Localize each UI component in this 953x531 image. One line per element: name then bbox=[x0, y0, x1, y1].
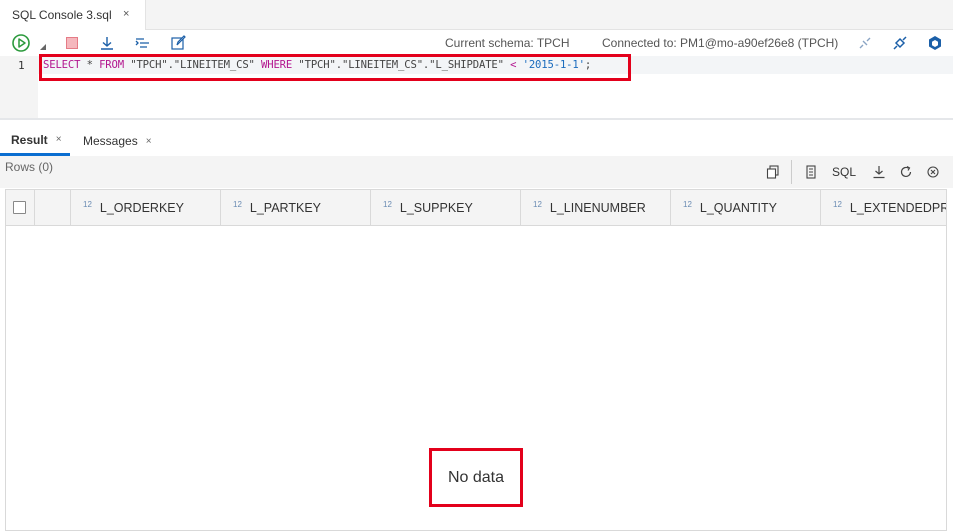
disconnect-icon[interactable] bbox=[856, 33, 874, 53]
tab-messages[interactable]: Messages × bbox=[83, 126, 152, 156]
column-header[interactable]: 12 L_QUANTITY bbox=[671, 190, 821, 225]
download-icon[interactable] bbox=[98, 33, 116, 53]
pane-splitter[interactable] bbox=[0, 118, 953, 120]
column-header[interactable]: 12 L_ORDERKEY bbox=[71, 190, 221, 225]
connection-label: Connected to: PM1@mo-a90ef26e8 (TPCH) bbox=[602, 36, 839, 50]
run-icon[interactable] bbox=[10, 33, 32, 53]
table-view-icon[interactable] bbox=[803, 164, 819, 180]
tab-messages-close-icon[interactable]: × bbox=[146, 136, 152, 147]
column-name: L_SUPPKEY bbox=[399, 201, 473, 215]
column-header[interactable]: 12 L_LINENUMBER bbox=[521, 190, 671, 225]
tab-title: SQL Console 3.sql bbox=[12, 8, 112, 22]
select-all-checkbox[interactable] bbox=[13, 201, 26, 214]
tab-result-close-icon[interactable]: × bbox=[56, 134, 62, 145]
toolbar-separator bbox=[791, 160, 792, 184]
database-icon[interactable] bbox=[926, 33, 944, 53]
edit-icon[interactable] bbox=[169, 33, 187, 53]
format-icon[interactable] bbox=[133, 33, 153, 53]
column-name: L_QUANTITY bbox=[699, 201, 778, 215]
result-tabs: Result × Messages × bbox=[0, 126, 953, 156]
column-name: L_EXTENDEDPRICE bbox=[849, 201, 946, 215]
column-header[interactable]: 12 L_PARTKEY bbox=[221, 190, 371, 225]
editor-toolbar: Current schema: TPCH Connected to: PM1@m… bbox=[0, 30, 953, 56]
copy-icon[interactable] bbox=[765, 164, 781, 180]
tab-messages-label: Messages bbox=[83, 134, 138, 148]
tab-result-label: Result bbox=[11, 132, 48, 147]
result-toolbar: Rows (0) SQL bbox=[0, 156, 953, 188]
column-type-icon: 12 bbox=[533, 199, 542, 209]
stop-icon[interactable] bbox=[64, 33, 80, 53]
column-name: L_PARTKEY bbox=[249, 201, 322, 215]
column-type-icon: 12 bbox=[683, 199, 692, 209]
sql-button[interactable]: SQL bbox=[829, 164, 859, 180]
export-icon[interactable] bbox=[871, 164, 887, 180]
column-name: L_LINENUMBER bbox=[549, 201, 646, 215]
run-dropdown-icon[interactable] bbox=[39, 43, 47, 51]
column-type-icon: 12 bbox=[833, 199, 842, 209]
tab-result[interactable]: Result × bbox=[0, 126, 70, 156]
current-schema-label: Current schema: TPCH bbox=[445, 36, 570, 50]
column-type-icon: 12 bbox=[233, 199, 242, 209]
column-header[interactable]: 12 L_SUPPKEY bbox=[371, 190, 521, 225]
refresh-icon[interactable] bbox=[898, 164, 914, 180]
tab-close-icon[interactable]: × bbox=[123, 8, 129, 20]
clear-results-icon[interactable] bbox=[925, 164, 941, 180]
query-highlight-box bbox=[39, 54, 631, 81]
column-header[interactable]: 12 L_EXTENDEDPRICE bbox=[821, 190, 946, 225]
editor-tab-bar: SQL Console 3.sql × bbox=[0, 0, 953, 30]
connect-icon[interactable] bbox=[891, 33, 909, 53]
rows-count: Rows (0) bbox=[5, 160, 54, 174]
grid-header: 12 L_ORDERKEY 12 L_PARTKEY 12 L_SUPPKEY … bbox=[6, 190, 946, 226]
column-type-icon: 12 bbox=[383, 199, 392, 209]
column-type-icon: 12 bbox=[83, 199, 92, 209]
no-data-message: No data bbox=[429, 448, 523, 507]
line-number: 1 bbox=[18, 59, 25, 72]
select-all-cell bbox=[6, 190, 35, 225]
row-number-header bbox=[35, 190, 71, 225]
line-gutter: 1 bbox=[0, 56, 38, 118]
column-name: L_ORDERKEY bbox=[99, 201, 184, 215]
